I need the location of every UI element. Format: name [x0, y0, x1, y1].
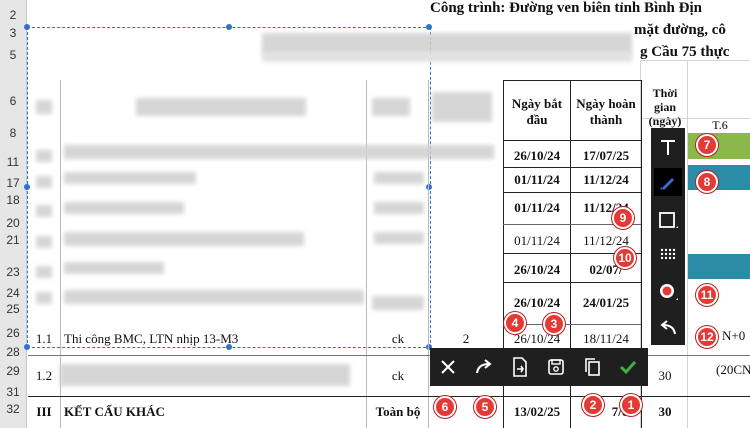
start-date-cell: 01/11/24 — [514, 233, 560, 248]
annotation-badge: 10 — [614, 247, 636, 269]
row-number: 2 — [9, 8, 17, 22]
row-number: 8 — [9, 126, 17, 140]
project-title: Công trình: Đường ven biên tỉnh Bình Địn — [430, 0, 702, 16]
row-number: 11 — [6, 155, 20, 169]
annotation-badge: 2 — [582, 394, 604, 416]
resize-handle[interactable] — [426, 24, 432, 30]
annotation-badge: 4 — [504, 312, 526, 334]
resize-handle[interactable] — [226, 24, 232, 30]
duration-cell: 30 — [658, 404, 672, 419]
end-date-cell: 17/07/25 — [582, 148, 630, 163]
annotation-badge: 11 — [696, 284, 718, 306]
unit-cell: Toàn bộ — [375, 404, 421, 419]
task-description: KẾT CẤU KHÁC — [64, 404, 165, 419]
month-header-t6: T.6 — [712, 118, 728, 132]
annotation-badge: 9 — [612, 207, 634, 229]
row-number: 21 — [6, 233, 20, 247]
undo-icon — [660, 320, 676, 335]
note-cell: N+0 — [722, 328, 746, 343]
row-number: 3 — [9, 26, 17, 40]
color-picker[interactable] — [654, 278, 682, 306]
resize-handle[interactable] — [426, 184, 432, 190]
start-date-header: Ngày bắt đầu — [511, 96, 563, 127]
save-button[interactable] — [542, 353, 570, 381]
rectangle-icon — [659, 212, 678, 228]
text-icon — [661, 140, 675, 155]
row-number: 32 — [6, 402, 20, 416]
share-button[interactable] — [470, 353, 498, 381]
start-date-cell: 26/10/24 — [513, 262, 561, 277]
start-date-cell: 13/02/25 — [513, 404, 561, 419]
unit-cell: ck — [391, 368, 405, 383]
confirm-button[interactable] — [614, 353, 642, 381]
row-header: 2 3 5 6 8 11 17 18 20 21 23 24 25 26 28 … — [0, 0, 27, 428]
annotation-badge: 3 — [543, 313, 565, 335]
rectangle-tool[interactable] — [654, 206, 682, 234]
row-number: 26 — [6, 326, 20, 340]
row-number: 20 — [6, 216, 20, 230]
row-number-cell: 1.2 — [35, 368, 53, 383]
unit-cell: ck — [391, 331, 405, 346]
record-icon — [660, 284, 678, 300]
annotation-badge: 1 — [620, 394, 642, 416]
gantt-bar-teal — [688, 254, 750, 279]
duration-cell: 30 — [658, 368, 672, 383]
annotation-badge: 12 — [696, 326, 718, 348]
export-icon — [513, 357, 527, 377]
redo-icon — [476, 359, 492, 374]
undo-button[interactable] — [654, 314, 682, 342]
mosaic-icon — [660, 248, 676, 260]
resize-handle[interactable] — [24, 24, 30, 30]
text-tool[interactable] — [654, 134, 682, 162]
end-date-cell: 11/12/24 — [583, 172, 629, 187]
annotation-badge: 7 — [696, 134, 718, 156]
copy-icon — [585, 358, 600, 376]
note-cell: (20CN — [716, 362, 750, 377]
pen-icon — [660, 178, 674, 190]
start-date-cell: 01/11/24 — [514, 172, 560, 187]
row-number: 18 — [6, 193, 20, 207]
project-title-line2: mặt đường, cô — [634, 22, 726, 38]
row-number: 5 — [9, 48, 17, 62]
start-date-cell: 01/11/24 — [514, 200, 560, 215]
annotation-badge: 5 — [474, 396, 496, 418]
row-number-cell: 1.1 — [35, 331, 53, 346]
close-icon — [441, 360, 455, 374]
project-title-line3: g Cầu 75 thực — [640, 44, 730, 60]
start-date-cell: 26/10/24 — [513, 148, 561, 163]
end-date-cell: 24/01/25 — [582, 295, 630, 310]
resize-handle[interactable] — [24, 184, 30, 190]
mosaic-tool[interactable] — [654, 242, 682, 270]
row-number: 25 — [6, 302, 20, 316]
row-number: 29 — [6, 364, 20, 378]
row-number: 17 — [6, 176, 20, 190]
duration-header: Thời gian (ngày) — [648, 86, 682, 128]
row-number: 28 — [6, 345, 20, 359]
quantity-cell: 2 — [462, 331, 470, 346]
end-date-cell: 18/11/24 — [583, 331, 629, 346]
export-button[interactable] — [506, 353, 534, 381]
row-number: 23 — [6, 265, 20, 279]
pen-tool[interactable] — [654, 168, 682, 196]
annotation-badge: 8 — [696, 171, 718, 193]
row-number: 24 — [6, 286, 20, 300]
drawing-tools-sidebar — [651, 128, 685, 345]
capture-toolbar — [430, 348, 648, 386]
annotation-badge: 6 — [434, 396, 456, 418]
start-date-cell: 26/10/24 — [513, 295, 561, 310]
row-number-cell: III — [36, 404, 52, 419]
save-icon — [548, 359, 564, 375]
copy-button[interactable] — [578, 353, 606, 381]
end-date-cell: 11/12/24 — [583, 233, 629, 248]
task-description: Thi công BMC, LTN nhịp 13-M3 — [64, 331, 239, 346]
row-number: 31 — [6, 385, 20, 399]
close-button[interactable] — [434, 353, 462, 381]
end-date-header: Ngày hoàn thành — [576, 96, 636, 127]
check-icon — [619, 360, 637, 375]
row-number: 6 — [9, 94, 17, 108]
